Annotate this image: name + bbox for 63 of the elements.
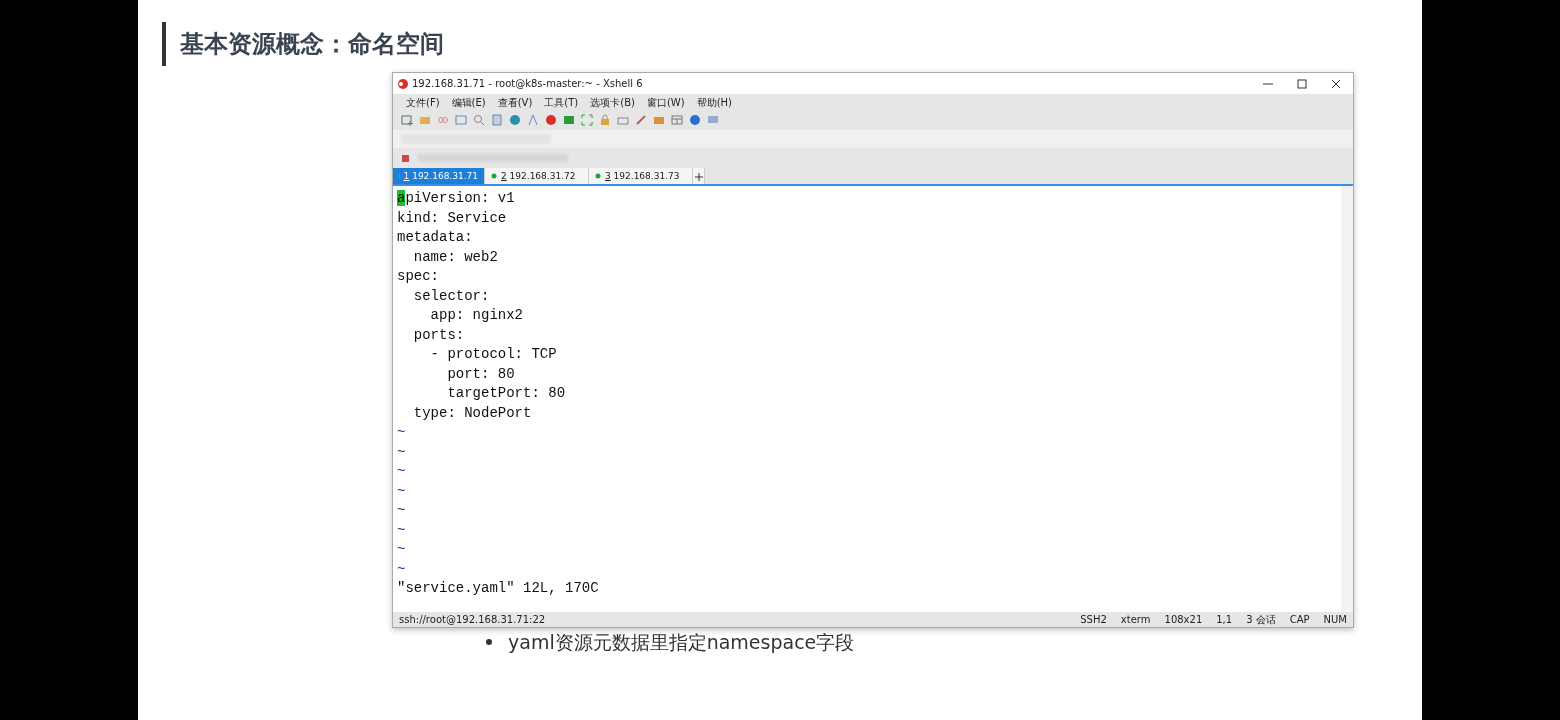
status-item: 3 会话: [1246, 613, 1276, 627]
folder-icon[interactable]: [653, 114, 665, 126]
terminal-line: name: web2: [412, 247, 499, 267]
terminal-line: metadata:: [397, 228, 474, 247]
document-icon[interactable]: [491, 114, 503, 126]
status-item: xterm: [1120, 613, 1151, 627]
transfer-icon[interactable]: [563, 114, 575, 126]
menu-item[interactable]: 帮助(H): [693, 94, 735, 110]
terminal-line: - protocol: TCP: [429, 345, 558, 364]
fullscreen-icon[interactable]: [581, 114, 593, 126]
terminal-line: spec:: [397, 267, 440, 286]
pen-icon[interactable]: [635, 114, 647, 126]
terminal-line: type: NodePort: [412, 403, 533, 423]
new-tab-button[interactable]: [693, 168, 705, 184]
app-logo-icon: [397, 78, 408, 89]
window-icon[interactable]: [455, 114, 467, 126]
scrollbar[interactable]: [1341, 186, 1353, 612]
bullet-icon: [486, 639, 492, 646]
terminal-line: ~: [397, 559, 407, 579]
terminal-line: ~: [397, 423, 407, 442]
close-icon[interactable]: [1331, 78, 1341, 89]
terminal-line: selector:: [412, 286, 491, 306]
terminal-line: "service.yaml" 12L, 170C: [397, 579, 600, 598]
menu-item[interactable]: 编辑(E): [448, 94, 489, 110]
session-tab[interactable]: 1 192.168.31.71: [393, 168, 485, 184]
new-window-icon[interactable]: [401, 114, 413, 126]
bookmark-icon[interactable]: [401, 153, 410, 163]
status-item: 1,1: [1216, 613, 1233, 627]
keyboard-icon[interactable]: [617, 114, 629, 126]
maximize-icon[interactable]: [1297, 78, 1307, 89]
status-item: SSH2: [1080, 613, 1107, 627]
terminal-line: ports:: [412, 325, 466, 345]
lock-icon[interactable]: [599, 114, 611, 126]
menu-item[interactable]: 查看(V): [494, 94, 536, 110]
menu-item[interactable]: 文件(F): [403, 94, 443, 110]
terminal-line: ~: [397, 481, 407, 501]
folder-icon[interactable]: [419, 114, 431, 126]
menu-item[interactable]: 选项卡(B): [587, 94, 638, 110]
globe-icon[interactable]: [509, 114, 521, 126]
slide-title: 基本资源概念：命名空间: [180, 30, 444, 58]
status-address: ssh://root@192.168.31.71:22: [399, 613, 546, 627]
search-icon[interactable]: [473, 114, 485, 126]
terminal-line: ~: [397, 501, 407, 520]
help-icon[interactable]: [689, 114, 701, 126]
terminal-line: app: nginx2: [429, 306, 525, 325]
terminal-line: port: 80: [446, 364, 516, 384]
bullet-text: yaml资源元数据里指定namespace字段: [508, 630, 855, 655]
status-item: CAP: [1289, 613, 1310, 627]
terminal-line: ~: [397, 520, 407, 540]
menu-item[interactable]: 窗口(W): [643, 94, 688, 110]
layout-icon[interactable]: [671, 114, 683, 126]
terminal-line: targetPort: 80: [446, 384, 567, 403]
session-tab[interactable]: 2 192.168.31.72: [485, 168, 589, 184]
menu-item[interactable]: 工具(T): [541, 94, 582, 110]
window-title: 192.168.31.71 - root@k8s-master:~ - Xshell 6: [412, 77, 643, 91]
session-tab[interactable]: 3 192.168.31.73: [589, 168, 693, 184]
status-item: NUM: [1323, 613, 1347, 627]
terminal-line: ~: [397, 540, 407, 559]
link-icon[interactable]: [437, 114, 449, 126]
terminal-line: kind: Service: [397, 208, 508, 228]
status-item: 108x21: [1164, 613, 1203, 627]
terminal-line: ~: [397, 442, 407, 462]
terminal-line: ~: [397, 462, 407, 481]
